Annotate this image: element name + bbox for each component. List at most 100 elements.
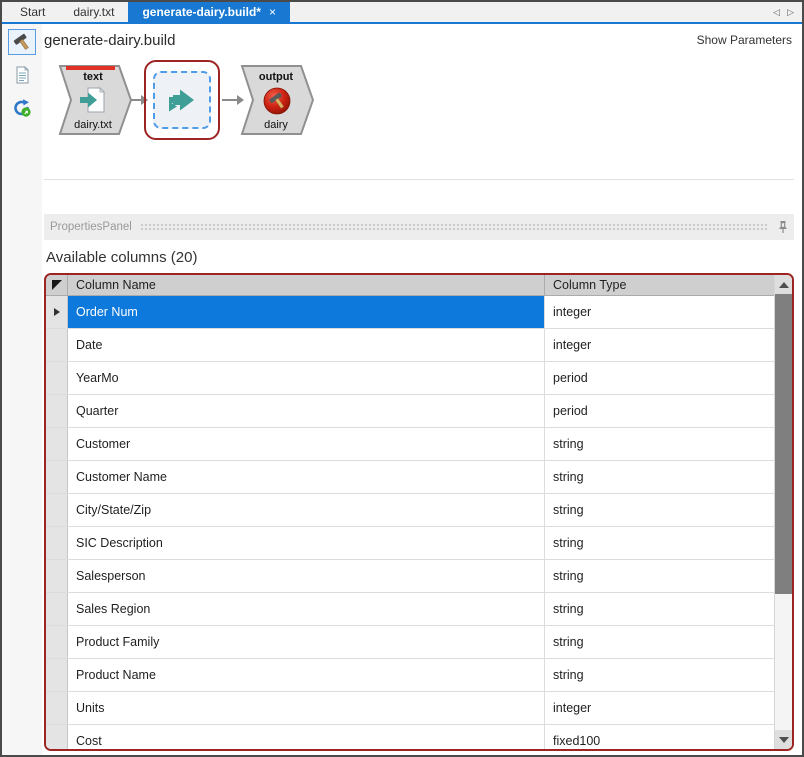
properties-panel-splitter[interactable]: PropertiesPanel	[44, 214, 794, 240]
column-type-cell[interactable]: fixed100	[544, 725, 774, 749]
scroll-up-button[interactable]	[775, 275, 792, 294]
node-name-label: dairy.txt	[74, 119, 112, 131]
row-selector-cell[interactable]	[46, 659, 68, 691]
row-selector-cell[interactable]	[46, 692, 68, 724]
pin-icon[interactable]	[777, 220, 789, 234]
table-row[interactable]: City/State/Zip string	[46, 494, 774, 527]
column-name-cell[interactable]: Date	[68, 329, 544, 361]
merge-arrows-icon	[167, 85, 197, 115]
column-type-cell[interactable]: string	[544, 626, 774, 658]
column-name-cell[interactable]: SIC Description	[68, 527, 544, 559]
row-selector-cell[interactable]	[46, 428, 68, 460]
column-type-cell[interactable]: string	[544, 428, 774, 460]
column-name-cell[interactable]: Customer	[68, 428, 544, 460]
row-selector-cell[interactable]	[46, 494, 68, 526]
scrollbar-thumb[interactable]	[775, 294, 792, 594]
table-row[interactable]: Product Family string	[46, 626, 774, 659]
row-selector-cell[interactable]	[46, 593, 68, 625]
column-type-cell[interactable]: string	[544, 560, 774, 592]
node-type-label: text	[83, 71, 103, 83]
tab-generate-dairy-build[interactable]: generate-dairy.build* ×	[128, 2, 290, 22]
column-name-cell[interactable]: Salesperson	[68, 560, 544, 592]
merge-transform-node[interactable]	[153, 71, 211, 129]
column-type-cell[interactable]: string	[544, 461, 774, 493]
columns-grid: Column Name Column Type Order Num intege…	[46, 275, 774, 749]
column-name-cell[interactable]: Units	[68, 692, 544, 724]
row-selector-cell[interactable]	[46, 725, 68, 749]
grid-header-row: Column Name Column Type	[46, 275, 774, 296]
row-selector-cell[interactable]	[46, 527, 68, 559]
column-name-cell[interactable]: Product Name	[68, 659, 544, 691]
refresh-button[interactable]	[8, 95, 36, 121]
column-name-cell[interactable]: Product Family	[68, 626, 544, 658]
column-name-cell[interactable]: Order Num	[68, 296, 544, 328]
column-name-cell[interactable]: Cost	[68, 725, 544, 749]
column-type-cell[interactable]: string	[544, 593, 774, 625]
tab-bar: Start dairy.txt generate-dairy.build* × …	[2, 2, 802, 24]
annotation-highlight-ring	[144, 60, 220, 140]
table-row[interactable]: Order Num integer	[46, 296, 774, 329]
build-hammer-button[interactable]	[8, 29, 36, 55]
left-toolbar	[2, 24, 42, 755]
vertical-scrollbar[interactable]	[774, 275, 792, 749]
column-header-name[interactable]: Column Name	[68, 275, 544, 295]
row-selector-cell[interactable]	[46, 362, 68, 394]
node-annotation-bar	[66, 66, 115, 70]
close-icon[interactable]: ×	[269, 5, 276, 19]
flow-diagram-canvas[interactable]: text dairy.txt	[44, 56, 794, 180]
document-icon	[13, 65, 31, 85]
tab-label: generate-dairy.build*	[142, 5, 260, 19]
tab-scroll-right-icon[interactable]: ▷	[787, 7, 794, 18]
table-row[interactable]: YearMo period	[46, 362, 774, 395]
table-row[interactable]: SIC Description string	[46, 527, 774, 560]
column-name-cell[interactable]: Customer Name	[68, 461, 544, 493]
row-selector-cell[interactable]	[46, 395, 68, 427]
splitter-dotted-texture	[140, 223, 769, 232]
table-row[interactable]: Quarter period	[46, 395, 774, 428]
tab-scroll-left-icon[interactable]: ◁	[773, 7, 780, 18]
row-selector-cell[interactable]	[46, 560, 68, 592]
scrollbar-track[interactable]	[775, 294, 792, 730]
page-title: generate-dairy.build	[44, 32, 175, 49]
column-name-cell[interactable]: Quarter	[68, 395, 544, 427]
table-row[interactable]: Salesperson string	[46, 560, 774, 593]
scroll-down-icon	[779, 737, 789, 743]
select-all-icon	[52, 280, 62, 290]
scroll-down-button[interactable]	[775, 730, 792, 749]
table-row[interactable]: Product Name string	[46, 659, 774, 692]
flow-connector-arrow	[222, 99, 238, 101]
table-row[interactable]: Sales Region string	[46, 593, 774, 626]
flow-connector-arrow	[131, 99, 142, 101]
column-type-cell[interactable]: integer	[544, 329, 774, 361]
row-selector-cell[interactable]	[46, 461, 68, 493]
table-row[interactable]: Date integer	[46, 329, 774, 362]
column-type-cell[interactable]: string	[544, 527, 774, 559]
column-type-cell[interactable]: string	[544, 659, 774, 691]
row-selector-cell[interactable]	[46, 296, 68, 328]
column-type-cell[interactable]: period	[544, 395, 774, 427]
column-type-cell[interactable]: integer	[544, 692, 774, 724]
available-columns-heading: Available columns (20)	[46, 249, 794, 266]
tab-dairy-txt[interactable]: dairy.txt	[59, 2, 128, 22]
row-selector-cell[interactable]	[46, 626, 68, 658]
select-all-corner-cell[interactable]	[46, 275, 68, 295]
column-type-cell[interactable]: string	[544, 494, 774, 526]
show-parameters-link[interactable]: Show Parameters	[697, 33, 794, 47]
document-button[interactable]	[8, 62, 36, 88]
table-row[interactable]: Customer Name string	[46, 461, 774, 494]
output-node-dairy[interactable]: output dairy	[240, 64, 314, 136]
column-name-cell[interactable]: Sales Region	[68, 593, 544, 625]
tab-start[interactable]: Start	[6, 2, 59, 22]
table-row[interactable]: Units integer	[46, 692, 774, 725]
column-name-cell[interactable]: YearMo	[68, 362, 544, 394]
row-selector-cell[interactable]	[46, 329, 68, 361]
input-node-dairy-txt[interactable]: text dairy.txt	[58, 64, 132, 136]
current-row-indicator-icon	[54, 308, 60, 316]
column-header-type[interactable]: Column Type	[544, 275, 774, 295]
column-type-cell[interactable]: period	[544, 362, 774, 394]
column-type-cell[interactable]: integer	[544, 296, 774, 328]
table-row[interactable]: Cost fixed100	[46, 725, 774, 749]
table-row[interactable]: Customer string	[46, 428, 774, 461]
scroll-up-icon	[779, 282, 789, 288]
column-name-cell[interactable]: City/State/Zip	[68, 494, 544, 526]
